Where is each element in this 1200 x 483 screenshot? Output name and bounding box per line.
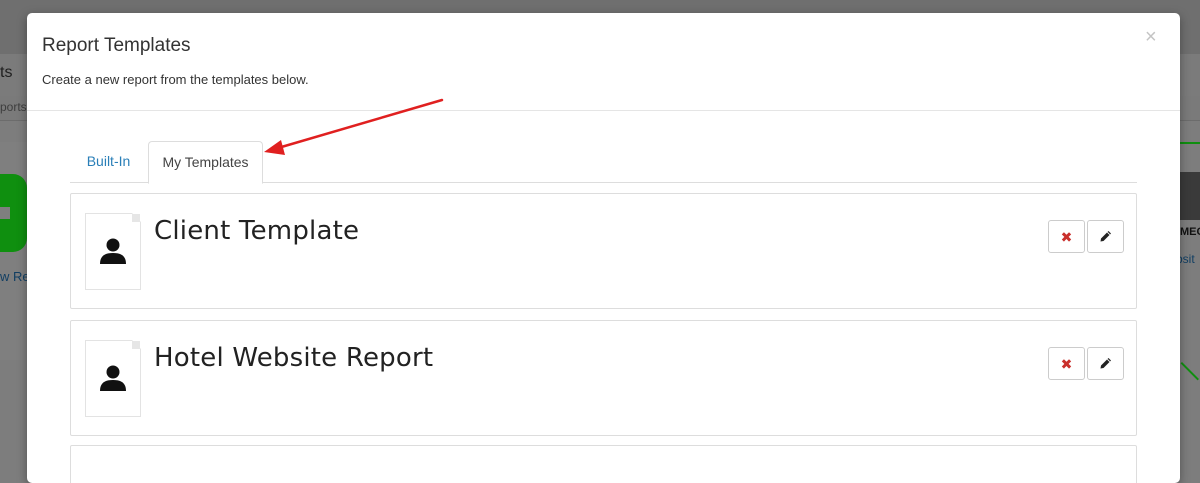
template-card[interactable]: Hotel Website Report ✖ <box>70 320 1137 436</box>
background-nav-text: ts <box>0 64 13 81</box>
modal-title: Report Templates <box>42 35 191 56</box>
pencil-icon <box>1100 231 1111 242</box>
person-icon <box>100 238 126 264</box>
background-breadcrumb-text: ports <box>0 100 27 114</box>
pencil-icon <box>1100 358 1111 369</box>
background-left-link: w Re <box>0 269 30 284</box>
person-icon <box>100 365 126 391</box>
template-card[interactable] <box>70 445 1137 483</box>
delete-button[interactable]: ✖ <box>1048 220 1085 253</box>
tab-my-templates[interactable]: My Templates <box>148 141 263 184</box>
delete-button[interactable]: ✖ <box>1048 347 1085 380</box>
tab-built-in[interactable]: Built-In <box>70 141 147 181</box>
background-green-chart-line <box>1180 362 1199 381</box>
background-right-label: MEC <box>1180 226 1200 238</box>
edit-button[interactable] <box>1087 220 1124 253</box>
background-right-box <box>1180 172 1200 220</box>
delete-x-icon: ✖ <box>1060 355 1073 372</box>
template-card[interactable]: Client Template ✖ <box>70 193 1137 309</box>
background-green-line <box>1180 142 1200 144</box>
template-title[interactable]: Client Template <box>154 216 359 246</box>
close-icon[interactable]: × <box>1145 27 1157 47</box>
modal-subtitle: Create a new report from the templates b… <box>42 72 309 87</box>
background-green-tile <box>0 174 27 252</box>
edit-button[interactable] <box>1087 347 1124 380</box>
template-thumbnail <box>85 340 141 417</box>
modal-header: Report Templates Create a new report fro… <box>27 13 1180 111</box>
report-templates-modal: Report Templates Create a new report fro… <box>27 13 1180 483</box>
template-tabs: Built-In My Templates <box>70 141 1137 184</box>
template-thumbnail <box>85 213 141 290</box>
delete-x-icon: ✖ <box>1060 228 1073 245</box>
template-title[interactable]: Hotel Website Report <box>154 343 433 373</box>
